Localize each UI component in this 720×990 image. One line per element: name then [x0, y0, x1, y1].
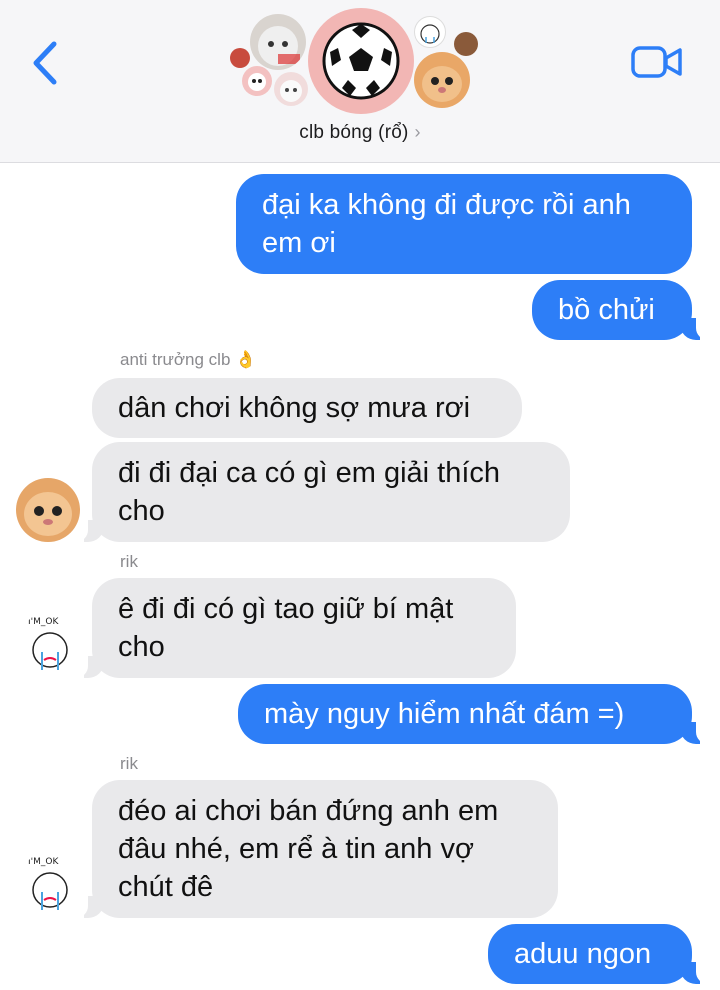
sender-avatar-imok[interactable]: I'M_OK: [18, 612, 82, 676]
group-name-text: clb bóng (rổ): [299, 122, 409, 143]
video-camera-icon: [631, 46, 682, 78]
svg-text:I'M_OK: I'M_OK: [28, 617, 59, 627]
message-bubble-incoming[interactable]: ê đi đi có gì tao giữ bí mật cho: [92, 578, 516, 678]
group-name[interactable]: clb bóng (rổ) ›: [0, 122, 720, 144]
sender-name: anti trưởng clb 👌: [120, 350, 257, 369]
back-button[interactable]: [28, 38, 64, 88]
bubble-tail: [680, 722, 712, 744]
sender-name: rik: [120, 754, 138, 773]
bubble-tail: [680, 962, 712, 984]
bubble-tail: [72, 896, 104, 918]
group-photo-soccer-ball-icon: [308, 8, 414, 114]
video-call-button[interactable]: [630, 44, 684, 80]
bubble-tail: [72, 656, 104, 678]
message-bubble-incoming[interactable]: dân chơi không sợ mưa rơi: [92, 378, 522, 438]
message-bubble-outgoing[interactable]: mày nguy hiểm nhất đám =): [238, 684, 692, 744]
member-avatar-orange-cat: [414, 52, 470, 108]
member-avatar-imok: [414, 16, 446, 48]
sender-avatar-imok[interactable]: I'M_OK: [18, 852, 82, 916]
member-avatar-cat-pink: [274, 72, 308, 106]
ok-hand-emoji-icon: 👌: [235, 350, 257, 369]
message-bubble-incoming[interactable]: đéo ai chơi bán đứng anh em đâu nhé, em …: [92, 780, 558, 918]
member-avatar-red-small: [230, 48, 250, 68]
chevron-right-icon: ›: [414, 122, 421, 142]
member-avatar-kitten: [250, 14, 306, 70]
member-avatar-dark-small: [454, 32, 478, 56]
message-bubble-outgoing[interactable]: bồ chửi: [532, 280, 692, 340]
member-avatar-pink-small: [242, 66, 272, 96]
chat-header: clb bóng (rổ) ›: [0, 0, 720, 163]
message-bubble-incoming[interactable]: đi đi đại ca có gì em giải thích cho: [92, 442, 570, 542]
chevron-left-icon: [33, 41, 57, 85]
sender-avatar-cat[interactable]: [16, 478, 80, 542]
message-bubble-outgoing[interactable]: aduu ngon: [488, 924, 692, 984]
bubble-tail: [72, 520, 104, 542]
svg-text:I'M_OK: I'M_OK: [28, 857, 59, 867]
sender-name: rik: [120, 552, 138, 571]
bubble-tail: [680, 318, 712, 340]
message-bubble-outgoing[interactable]: đại ka không đi được rồi anh em ơi: [236, 174, 692, 274]
